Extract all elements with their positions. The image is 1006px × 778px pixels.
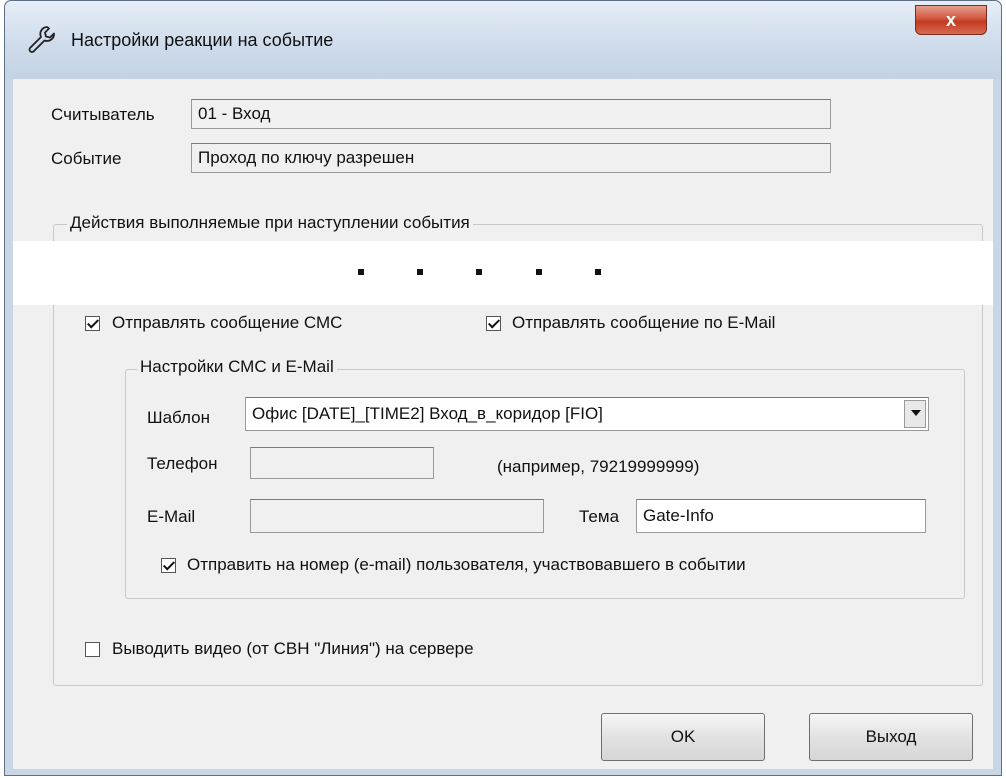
email-field[interactable] (250, 499, 544, 533)
actions-group-title: Действия выполняемые при наступлении соб… (67, 213, 473, 233)
send-sms-label: Отправлять сообщение СМС (112, 313, 343, 332)
subject-field[interactable]: Gate-Info (636, 499, 926, 533)
event-field[interactable]: Проход по ключу разрешен (191, 143, 831, 173)
send-email-checkbox[interactable] (486, 316, 501, 331)
wrench-icon (28, 26, 55, 53)
phone-label: Телефон (147, 454, 218, 473)
phone-hint: (например, 79219999999) (497, 457, 700, 476)
send-sms-checkbox[interactable] (85, 316, 100, 331)
ellipsis-dot (417, 269, 423, 275)
ellipsis-dot (595, 269, 601, 275)
ok-button[interactable]: OK (601, 713, 765, 761)
video-label: Выводить видео (от СВН "Линия") на серве… (112, 639, 474, 658)
template-value: Офис [DATE]_[TIME2] Вход_в_коридор [FIO] (252, 404, 603, 423)
ellipsis-dot (476, 269, 482, 275)
dialog-window: Настройки реакции на событие x Считывате… (4, 0, 1002, 776)
close-button[interactable]: x (915, 5, 987, 35)
chevron-down-icon[interactable] (904, 400, 926, 428)
title-bar[interactable]: Настройки реакции на событие x (5, 1, 1001, 79)
template-label: Шаблон (147, 408, 210, 427)
reader-label: Считыватель (51, 105, 155, 124)
phone-field[interactable] (250, 447, 434, 479)
close-icon: x (945, 10, 956, 30)
window-title: Настройки реакции на событие (71, 30, 334, 50)
redacted-band (13, 241, 993, 305)
subject-label: Тема (579, 507, 620, 526)
send-to-participant-checkbox[interactable] (161, 558, 176, 573)
email-label: E-Mail (147, 507, 196, 526)
send-email-label: Отправлять сообщение по E-Mail (512, 313, 776, 332)
video-checkbox[interactable] (85, 642, 100, 657)
event-label: Событие (51, 149, 122, 168)
sms-email-group-title: Настройки СМС и E-Mail (137, 357, 337, 377)
exit-button[interactable]: Выход (809, 713, 973, 761)
template-select[interactable]: Офис [DATE]_[TIME2] Вход_в_коридор [FIO] (245, 397, 929, 431)
reader-field[interactable]: 01 - Вход (191, 99, 831, 129)
send-to-participant-label: Отправить на номер (e-mail) пользователя… (187, 555, 746, 574)
dialog-client-area: Считыватель 01 - Вход Событие Проход по … (13, 79, 993, 769)
ellipsis-dot (358, 269, 364, 275)
ellipsis-dot (536, 269, 542, 275)
